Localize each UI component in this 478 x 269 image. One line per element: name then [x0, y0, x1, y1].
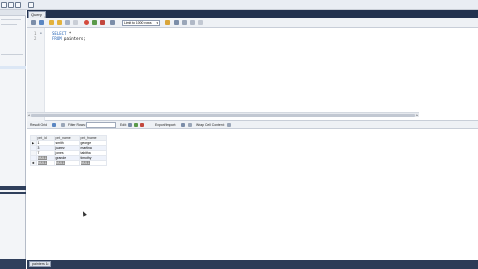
navigator-section-tab[interactable]	[0, 186, 26, 190]
workbench-window: Query 1 × Limit to 1000 rows ▾	[0, 0, 478, 269]
null-badge: NULL	[55, 161, 66, 165]
close-icon[interactable]: ×	[47, 262, 49, 266]
export-icon[interactable]	[181, 123, 185, 127]
new-connection-icon[interactable]	[1, 2, 7, 8]
result-grid: pnt_id pnt_name pnt_fname ▶ 1 smith geor…	[27, 129, 478, 260]
invisible-chars-icon[interactable]	[182, 20, 187, 25]
scrollbar-thumb[interactable]	[31, 114, 415, 117]
tab-query-1[interactable]: Query 1 ×	[28, 11, 46, 23]
null-cell[interactable]: NULL	[78, 160, 107, 166]
result-grid-label[interactable]: Result Grid	[30, 123, 47, 127]
line-gutter: 1 ● 2	[27, 28, 45, 121]
delete-row-icon[interactable]	[140, 123, 144, 127]
import-icon[interactable]	[188, 123, 192, 127]
editor-horizontal-scrollbar[interactable]: ◂ ▸	[27, 112, 419, 117]
filter-icon[interactable]	[61, 123, 65, 127]
inspector-icon[interactable]	[28, 2, 34, 8]
add-row-icon[interactable]	[134, 123, 138, 127]
stop-on-error-icon[interactable]	[84, 20, 89, 25]
result-tab-label: painters 1	[32, 262, 48, 266]
wrap-lines-icon[interactable]	[190, 20, 195, 25]
main-area: Query 1 × Limit to 1000 rows ▾	[27, 10, 478, 269]
scroll-right-icon[interactable]: ▸	[416, 113, 418, 117]
app-toolbar	[0, 0, 478, 10]
save-icon[interactable]	[15, 2, 21, 8]
line-number: 2	[34, 36, 37, 41]
limit-rows-value: Limit to 1000 rows	[124, 21, 152, 25]
filter-rows-label: Filter Rows:	[68, 123, 86, 127]
save-script-icon[interactable]	[39, 20, 44, 25]
edit-label: Edit:	[120, 123, 127, 127]
null-badge: NULL	[37, 156, 48, 160]
grid-icon[interactable]	[52, 123, 56, 127]
rollback-icon[interactable]	[100, 20, 105, 25]
execute-current-icon[interactable]	[57, 20, 62, 25]
autocommit-icon[interactable]	[110, 20, 115, 25]
navigator-selected-schema[interactable]	[0, 66, 26, 69]
more-icon[interactable]	[198, 20, 203, 25]
filter-rows-input[interactable]	[86, 122, 116, 128]
execute-icon[interactable]	[49, 20, 54, 25]
navigator-header	[0, 10, 26, 16]
new-row[interactable]: ✱ NULL NULL NULL	[30, 160, 107, 166]
null-cell[interactable]: NULL	[35, 160, 55, 166]
wrap-cell-label: Wrap Cell Content:	[196, 123, 225, 127]
navigator-item[interactable]	[1, 19, 21, 20]
tab-painters-1[interactable]: painters 1 ×	[29, 261, 51, 267]
stop-icon[interactable]	[73, 20, 78, 25]
result-table: pnt_id pnt_name pnt_fname ▶ 1 smith geor…	[30, 135, 107, 166]
sql-editor-toolbar: Limit to 1000 rows ▾	[27, 18, 478, 28]
code-line: FROM painters;	[52, 36, 86, 41]
wrap-cell-icon[interactable]	[227, 123, 231, 127]
sql-keyword: FROM	[52, 36, 62, 41]
navigator-panel	[0, 10, 26, 269]
result-tabs-bar: painters 1 ×	[27, 260, 478, 269]
null-badge: NULL	[80, 161, 91, 165]
limit-rows-select[interactable]: Limit to 1000 rows ▾	[122, 20, 160, 26]
navigator-item[interactable]	[1, 24, 17, 25]
editor-tabbar: Query 1 ×	[27, 10, 478, 23]
null-badge: NULL	[37, 161, 48, 165]
navigator-footer	[0, 259, 26, 269]
open-sql-icon[interactable]	[8, 2, 14, 8]
sql-text: painters;	[61, 36, 86, 41]
result-toolbar: Result Grid Filter Rows: Edit: Export/Im…	[27, 121, 478, 129]
statement-marker-icon: ●	[40, 31, 42, 35]
edit-row-icon[interactable]	[128, 123, 132, 127]
export-import-label: Export/Import:	[155, 123, 177, 127]
commit-icon[interactable]	[92, 20, 97, 25]
sql-editor[interactable]: 1 ● 2 SELECT * FROM painters; ◂ ▸	[27, 28, 478, 121]
null-cell[interactable]: NULL	[53, 160, 80, 166]
table-header-row: pnt_id pnt_name pnt_fname	[30, 135, 107, 141]
scroll-left-icon[interactable]: ◂	[28, 113, 30, 117]
beautify-icon[interactable]	[165, 20, 170, 25]
open-file-icon[interactable]	[31, 20, 36, 25]
navigator-section-tab[interactable]	[0, 192, 26, 194]
find-icon[interactable]	[174, 20, 179, 25]
chevron-down-icon: ▾	[156, 21, 158, 25]
explain-icon[interactable]	[65, 20, 70, 25]
navigator-divider	[1, 54, 23, 55]
